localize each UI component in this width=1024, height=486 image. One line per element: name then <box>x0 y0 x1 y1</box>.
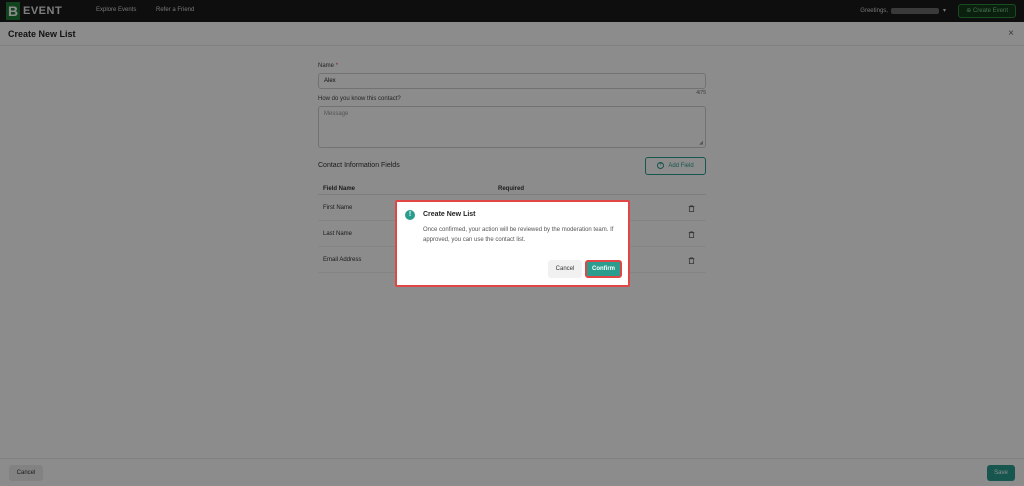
exclamation-icon: ! <box>405 210 415 220</box>
confirm-dialog: ! Create New List Once confirmed, your a… <box>395 200 630 287</box>
dialog-title: Create New List <box>423 211 476 218</box>
dialog-confirm-button[interactable]: Confirm <box>585 260 622 278</box>
dialog-cancel-button[interactable]: Cancel <box>548 260 582 278</box>
dialog-message: Once confirmed, your action will be revi… <box>423 227 614 243</box>
